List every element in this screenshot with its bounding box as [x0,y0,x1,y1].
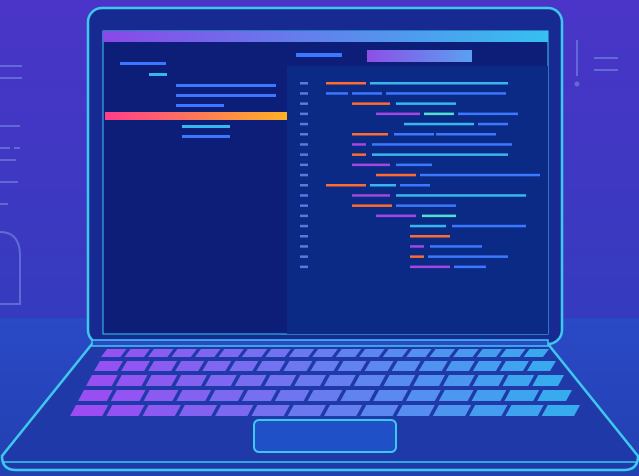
line-number [300,194,308,197]
keyboard-key [324,405,363,416]
keyboard-key [537,390,572,401]
keyboard-key [438,390,474,401]
line-number [300,255,308,258]
code-token [428,255,508,258]
keyboard-key [505,405,544,416]
code-token [410,235,450,238]
keyboard-key [70,405,109,416]
keyboard-key [432,405,472,416]
code-token [352,92,382,95]
code-token [404,122,474,126]
code-token [326,184,366,187]
keyboard-key [469,405,508,416]
keyboard-key [142,405,181,416]
code-token [436,133,496,136]
code-token [352,204,392,207]
line-number [300,102,308,105]
code-token [352,153,366,156]
line-number [300,224,308,228]
keyboard-key [209,390,244,401]
keyboard-key [504,390,540,401]
selected-file-highlight [105,112,287,120]
editor-tab-active [367,50,472,62]
keyboard-key [110,390,146,401]
editor-pane [287,66,548,334]
code-token [400,184,430,187]
code-token [326,92,348,95]
code-token [372,143,512,146]
laptop-illustration [0,0,639,476]
keyboard-key [396,405,435,416]
keyboard-key [471,390,507,401]
keyboard-key [178,405,218,416]
line-number [300,245,308,248]
code-token [372,153,508,156]
line-number [300,153,308,156]
line-number [300,163,308,167]
touchpad [253,419,397,453]
line-number [300,173,308,177]
line-number [300,82,308,85]
code-token [352,133,388,136]
code-token [452,224,526,228]
line-number [300,235,308,238]
code-token [478,122,508,126]
code-token [376,173,416,177]
code-token [352,102,390,105]
code-token [410,245,424,248]
code-token [396,204,456,207]
code-token [410,255,424,258]
line-number [300,92,308,95]
code-token [352,163,390,167]
keyboard-key [274,390,310,401]
code-token [376,112,420,116]
keyboard-key [242,390,277,401]
code-token [424,112,454,116]
keyboard-key [340,390,376,401]
line-number [300,143,308,146]
keyboard-key [307,390,343,401]
keyboard-key [143,390,179,401]
code-token [396,163,432,167]
line-number [300,112,308,116]
keyboard-key [215,405,254,416]
code-token [396,102,456,105]
line-number [300,214,308,218]
code-token [352,194,390,197]
code-token [394,133,434,136]
line-number [300,204,308,207]
keyboard-key [373,390,408,401]
code-token [410,265,450,269]
code-token [420,173,540,177]
screen-top-bar [103,31,548,42]
code-token [422,214,456,218]
keyboard-key [541,405,580,416]
code-token [430,245,482,248]
keyboard-key [78,390,113,401]
code-token [326,82,366,85]
keyboard-key [406,390,441,401]
editor-tab [296,53,342,57]
keyboard-key [251,405,290,416]
code-token [352,143,366,146]
code-token [410,224,446,228]
keyboard-key [360,405,399,416]
code-token [396,194,526,197]
line-number [300,265,308,269]
code-token [370,82,508,85]
line-number [300,122,308,126]
code-token [376,214,416,218]
code-token [458,112,518,116]
keyboard-key [287,405,326,416]
code-token [370,184,396,187]
keyboard-key [176,390,212,401]
base-hinge [91,339,549,347]
code-token [454,265,486,269]
line-number [300,184,308,187]
code-token [386,92,506,95]
keyboard-key [106,405,145,416]
line-number [300,133,308,136]
